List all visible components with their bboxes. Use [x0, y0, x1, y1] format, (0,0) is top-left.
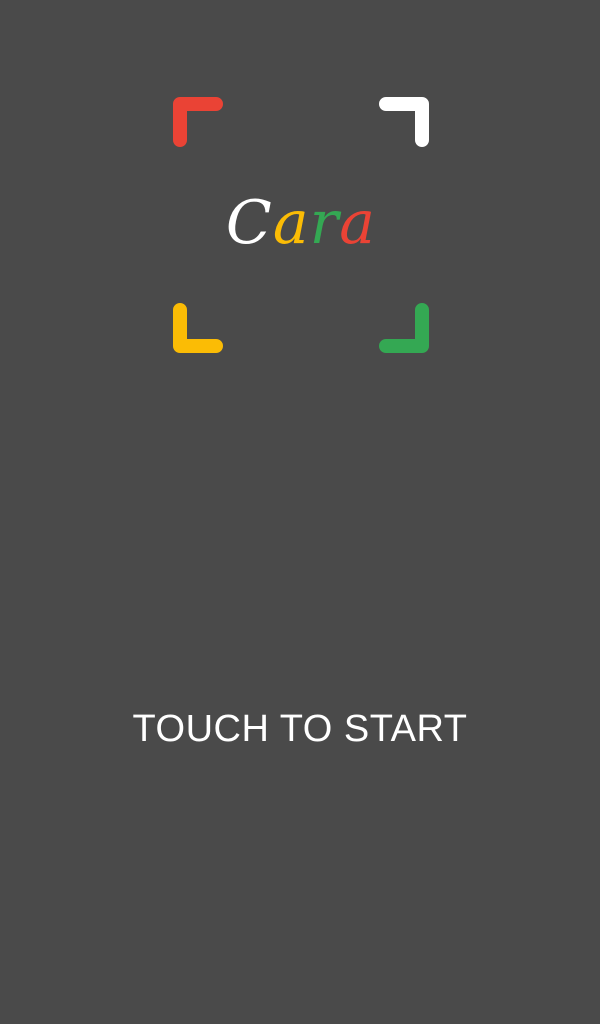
corner-bracket-top-right-stroke	[379, 97, 429, 147]
corner-bracket-top-left-icon	[172, 96, 224, 148]
corner-bracket-bottom-left-stroke	[173, 303, 223, 353]
corner-bracket-bottom-left-icon	[172, 302, 224, 354]
app-wordmark: Cara	[172, 188, 430, 258]
corner-bracket-top-right-icon	[378, 96, 430, 148]
start-screen[interactable]: Cara TOUCH TO START	[0, 0, 600, 1024]
touch-to-start-label[interactable]: TOUCH TO START	[0, 704, 600, 754]
wordmark-letter: r	[309, 188, 340, 258]
corner-bracket-top-left-stroke	[173, 97, 223, 147]
corner-bracket-bottom-right-stroke	[379, 303, 429, 353]
wordmark-letter: C	[225, 188, 273, 258]
corner-bracket-bottom-right-icon	[378, 302, 430, 354]
app-logo: Cara	[172, 96, 430, 354]
wordmark-letter: a	[339, 188, 377, 258]
wordmark-letter: a	[272, 188, 310, 258]
